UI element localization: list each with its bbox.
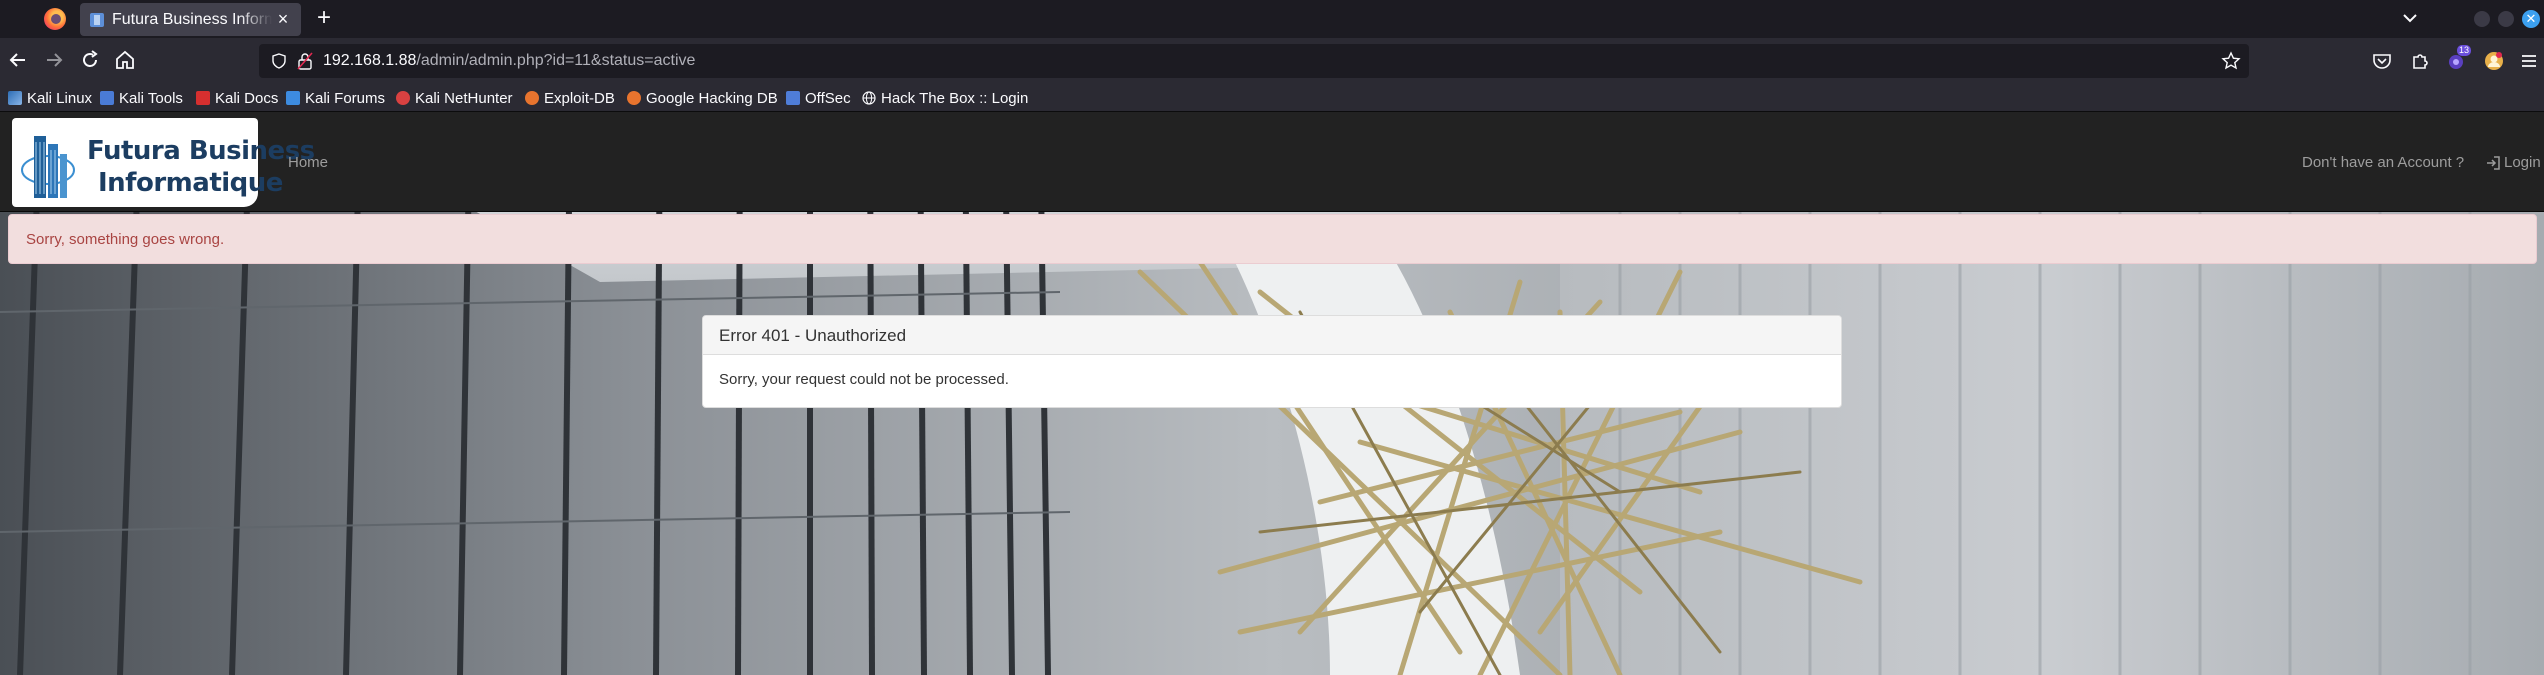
- tab-title: Futura Business Informatique: [112, 11, 272, 28]
- offsec-icon: [786, 91, 800, 105]
- ghdb-icon: [627, 91, 641, 105]
- kali-docs-icon: [196, 91, 210, 105]
- reload-icon[interactable]: [78, 48, 102, 72]
- bookmark-star-icon[interactable]: [2221, 51, 2241, 71]
- nethunter-icon: [396, 91, 410, 105]
- url-host: 192.168.1.88: [323, 52, 417, 69]
- bookmark-kali-forums[interactable]: Kali Forums: [286, 88, 385, 108]
- insecure-lock-icon[interactable]: [297, 52, 313, 70]
- nav-home-link[interactable]: Home: [288, 154, 328, 171]
- bookmark-exploit-db[interactable]: Exploit-DB: [525, 88, 615, 108]
- url-path: /admin/admin.php?id=11&status=active: [416, 52, 696, 69]
- bookmark-kali-linux[interactable]: Kali Linux: [8, 88, 92, 108]
- brand-name-line2: Informatique: [98, 168, 283, 198]
- bookmark-label: Exploit-DB: [544, 89, 615, 107]
- forward-arrow-icon[interactable]: [42, 48, 66, 72]
- panel-heading: Error 401 - Unauthorized: [703, 316, 1841, 355]
- close-tab-icon[interactable]: ×: [273, 9, 293, 29]
- home-icon[interactable]: [113, 48, 137, 72]
- minimize-window-button[interactable]: [2474, 11, 2490, 27]
- brand-name-line1: Futura Business: [87, 136, 315, 166]
- web-page: Futura Business Informatique Home Don't …: [0, 112, 2544, 675]
- hamburger-menu-icon[interactable]: [2518, 50, 2540, 72]
- panel-title: Error 401 - Unauthorized: [719, 326, 907, 345]
- kali-forums-icon: [286, 91, 300, 105]
- error-panel: Error 401 - Unauthorized Sorry, your req…: [702, 315, 1842, 408]
- browser-tab-strip: Futura Business Informatique × + ✕: [0, 0, 2544, 38]
- bookmark-label: Kali Tools: [119, 89, 183, 107]
- address-bar[interactable]: 192.168.1.88/admin/admin.php?id=11&statu…: [259, 44, 2249, 78]
- alert-message: Sorry, something goes wrong.: [26, 231, 225, 248]
- bookmark-hack-the-box[interactable]: Hack The Box :: Login: [862, 88, 1028, 108]
- site-favicon-icon: [90, 13, 104, 27]
- browser-tab-active[interactable]: Futura Business Informatique ×: [80, 3, 301, 36]
- back-arrow-icon[interactable]: [6, 48, 30, 72]
- bookmark-kali-tools[interactable]: Kali Tools: [100, 88, 183, 108]
- bookmark-label: OffSec: [805, 89, 851, 107]
- firefox-icon[interactable]: [44, 8, 66, 30]
- login-link[interactable]: Login: [2486, 154, 2541, 171]
- kali-tools-icon: [100, 91, 114, 105]
- exploit-db-icon: [525, 91, 539, 105]
- site-navbar: Futura Business Informatique Home Don't …: [0, 112, 2544, 212]
- extensions-puzzle-icon[interactable]: [2409, 50, 2431, 72]
- bookmark-label: Google Hacking DB: [646, 89, 778, 107]
- browser-toolbar: 192.168.1.88/admin/admin.php?id=11&statu…: [0, 38, 2544, 84]
- chevron-down-icon[interactable]: [2398, 6, 2422, 30]
- kali-dragon-icon: [8, 91, 22, 105]
- bookmark-label: Kali Linux: [27, 89, 93, 107]
- new-tab-button[interactable]: +: [312, 6, 336, 30]
- close-window-button[interactable]: ✕: [2522, 10, 2540, 28]
- bookmark-offsec[interactable]: OffSec: [786, 88, 851, 108]
- account-avatar-icon[interactable]: [2483, 50, 2505, 72]
- brand-logo[interactable]: Futura Business Informatique: [12, 118, 315, 207]
- bookmark-kali-nethunter[interactable]: Kali NetHunter: [396, 88, 513, 108]
- bookmark-label: Kali Docs: [215, 89, 279, 107]
- bookmark-label: Kali NetHunter: [415, 89, 513, 107]
- login-icon: [2487, 155, 2500, 170]
- bookmark-google-hacking-db[interactable]: Google Hacking DB: [627, 88, 778, 108]
- bookmark-label: Kali Forums: [305, 89, 386, 107]
- bookmarks-toolbar: Kali Linux Kali Tools Kali Docs Kali For…: [0, 84, 2544, 112]
- signup-prompt-link[interactable]: Don't have an Account ?: [2302, 154, 2464, 171]
- globe-icon: [862, 91, 876, 105]
- maximize-window-button[interactable]: [2498, 11, 2514, 27]
- bookmark-kali-docs[interactable]: Kali Docs: [196, 88, 278, 108]
- login-label: Login: [2504, 154, 2541, 171]
- bookmark-label: Hack The Box :: Login: [881, 89, 1029, 107]
- error-alert: Sorry, something goes wrong.: [8, 214, 2537, 264]
- pocket-icon[interactable]: [2371, 50, 2393, 72]
- tracking-shield-icon[interactable]: [271, 53, 287, 69]
- url-text: 192.168.1.88/admin/admin.php?id=11&statu…: [323, 52, 695, 70]
- panel-body-text: Sorry, your request could not be process…: [719, 371, 1009, 388]
- building-logo-icon: [21, 136, 75, 198]
- extension-count-badge: 13: [2457, 45, 2472, 56]
